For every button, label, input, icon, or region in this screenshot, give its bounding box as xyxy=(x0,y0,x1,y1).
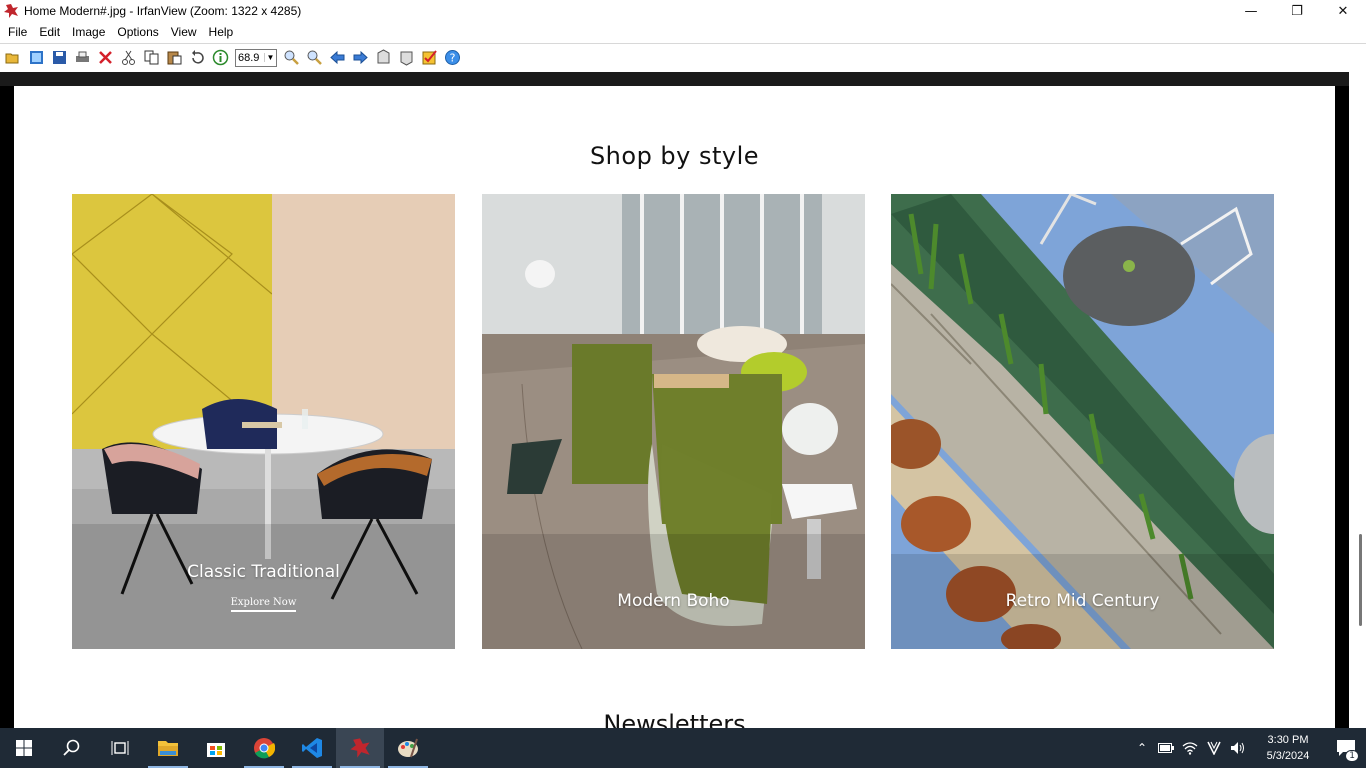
style-card-boho[interactable]: Modern Boho xyxy=(482,194,865,649)
card-label: Retro Mid Century xyxy=(1005,591,1160,611)
battery-icon[interactable] xyxy=(1154,728,1178,768)
card-label: Modern Boho xyxy=(617,591,730,611)
cut-icon[interactable] xyxy=(117,47,140,69)
undo-icon[interactable] xyxy=(186,47,209,69)
paste-icon[interactable] xyxy=(163,47,186,69)
last-icon[interactable] xyxy=(395,47,418,69)
minimize-button[interactable]: — xyxy=(1228,0,1274,22)
volume-icon[interactable] xyxy=(1226,728,1250,768)
chrome-icon[interactable] xyxy=(240,728,288,768)
chevron-up-icon[interactable]: ⌃ xyxy=(1130,728,1154,768)
menu-edit[interactable]: Edit xyxy=(33,25,66,39)
menu-options[interactable]: Options xyxy=(111,25,164,39)
paint-icon[interactable] xyxy=(384,728,432,768)
system-tray: ⌃ 3:30 PM 5/3/2024 1 xyxy=(1130,728,1366,768)
clock-date: 5/3/2024 xyxy=(1266,750,1310,762)
info-icon[interactable] xyxy=(209,47,232,69)
explore-now-label: Explore Now xyxy=(230,597,297,612)
open-icon[interactable] xyxy=(2,47,25,69)
style-card-retro[interactable]: Retro Mid Century xyxy=(891,194,1274,649)
webpage-image: Shop by style Classic Traditional Explor… xyxy=(14,86,1335,728)
store-icon[interactable] xyxy=(192,728,240,768)
zoom-out-icon[interactable] xyxy=(303,47,326,69)
card-label: Classic Traditional xyxy=(187,562,340,582)
help-icon[interactable]: ? xyxy=(441,47,464,69)
page-top-strip xyxy=(0,72,1366,86)
clock-time: 3:30 PM xyxy=(1267,734,1309,746)
menu-image[interactable]: Image xyxy=(66,25,111,39)
menu-file[interactable]: File xyxy=(2,25,33,39)
scrollbar-thumb[interactable] xyxy=(1359,534,1362,626)
newsletters-heading: Newsletters xyxy=(603,710,746,728)
irfanview-window: Home Modern#.jpg - IrfanView (Zoom: 1322… xyxy=(0,0,1366,728)
next-icon[interactable] xyxy=(349,47,372,69)
search-icon[interactable] xyxy=(48,728,96,768)
style-card-classic[interactable]: Classic Traditional Explore Now xyxy=(72,194,455,649)
copy-icon[interactable] xyxy=(140,47,163,69)
zoom-select[interactable]: 68.9 ▼ xyxy=(235,48,277,67)
first-icon[interactable] xyxy=(372,47,395,69)
vpn-icon[interactable] xyxy=(1202,728,1226,768)
close-button[interactable]: ✕ xyxy=(1320,0,1366,22)
settings-icon[interactable] xyxy=(418,47,441,69)
thumbnails-icon[interactable] xyxy=(25,47,48,69)
menu-view[interactable]: View xyxy=(165,25,203,39)
chevron-down-icon[interactable]: ▼ xyxy=(264,53,276,62)
restore-button[interactable]: ❐ xyxy=(1274,0,1320,22)
task-view-icon[interactable] xyxy=(96,728,144,768)
image-canvas[interactable]: Shop by style Classic Traditional Explor… xyxy=(0,72,1366,728)
svg-text:?: ? xyxy=(450,52,456,65)
irfanview-icon[interactable] xyxy=(336,728,384,768)
zoom-value: 68.9 xyxy=(238,51,260,64)
menu-bar: File Edit Image Options View Help xyxy=(0,22,1366,42)
save-icon[interactable] xyxy=(48,47,71,69)
previous-icon[interactable] xyxy=(326,47,349,69)
retro-mid-century-photo xyxy=(891,194,1274,649)
menu-help[interactable]: Help xyxy=(203,25,240,39)
print-icon[interactable] xyxy=(71,47,94,69)
wifi-icon[interactable] xyxy=(1178,728,1202,768)
toolbar: 68.9 ▼ ? xyxy=(0,43,1366,71)
zoom-in-icon[interactable] xyxy=(280,47,303,69)
start-icon[interactable] xyxy=(0,728,48,768)
vscode-icon[interactable] xyxy=(288,728,336,768)
window-title: Home Modern#.jpg - IrfanView (Zoom: 1322… xyxy=(24,4,302,18)
vertical-scrollbar[interactable] xyxy=(1349,72,1366,728)
irfanview-logo-icon xyxy=(3,3,19,19)
explore-now-link[interactable]: Explore Now xyxy=(72,590,455,612)
title-bar: Home Modern#.jpg - IrfanView (Zoom: 1322… xyxy=(0,0,1366,22)
section-heading: Shop by style xyxy=(589,142,760,170)
notification-count: 1 xyxy=(1345,750,1359,762)
notification-center-icon[interactable]: 1 xyxy=(1326,728,1366,768)
file-explorer-icon[interactable] xyxy=(144,728,192,768)
clock[interactable]: 3:30 PM 5/3/2024 xyxy=(1250,732,1326,764)
delete-icon[interactable] xyxy=(94,47,117,69)
modern-boho-photo xyxy=(482,194,865,649)
taskbar: ⌃ 3:30 PM 5/3/2024 1 xyxy=(0,728,1366,768)
